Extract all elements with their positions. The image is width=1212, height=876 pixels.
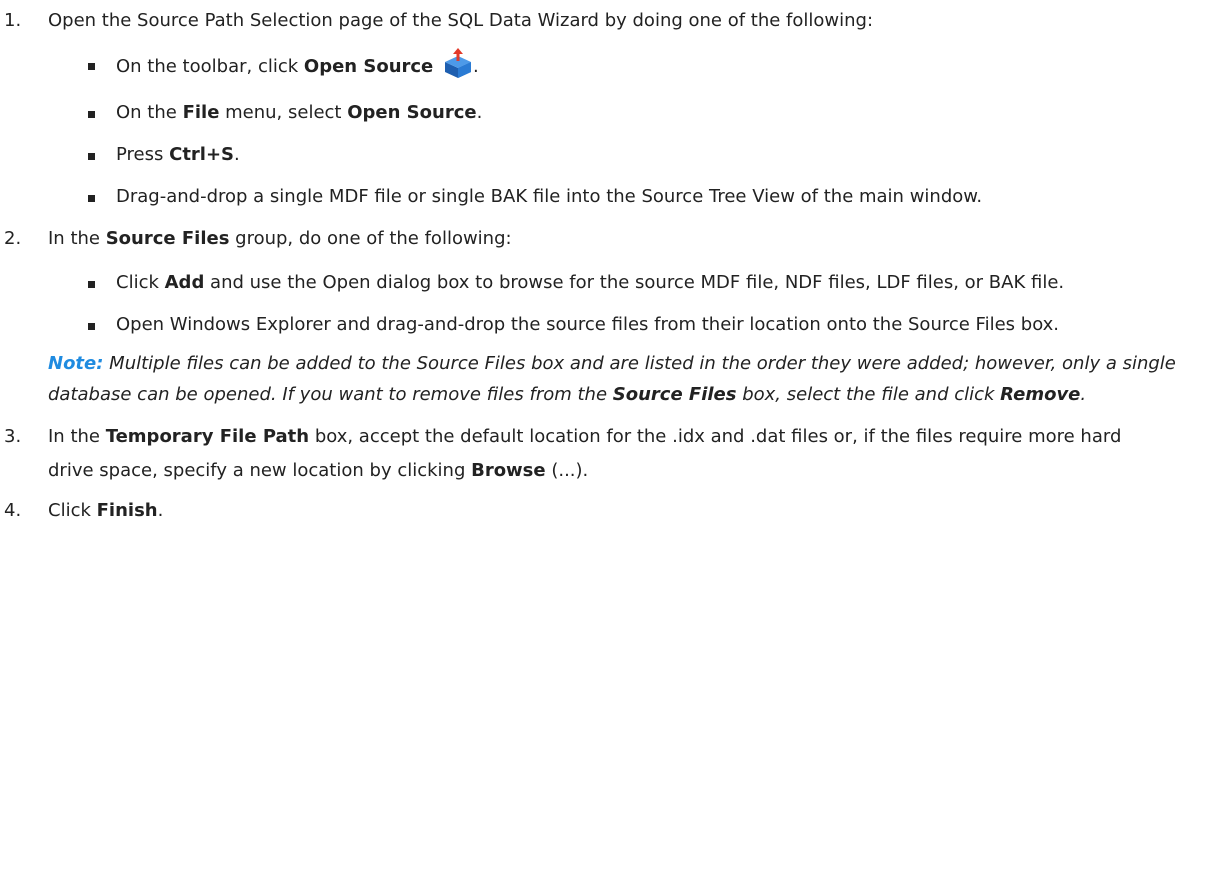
step-number: 1. [4,10,22,31]
document-page: 1. Open the Source Path Selection page o… [0,0,1212,876]
ui-term: Source Files [105,228,230,249]
ui-term: Remove [1000,384,1081,405]
note-label: Note: [48,353,104,374]
step-1: 1. Open the Source Path Selection page o… [0,4,1212,38]
ui-term: Open Source [347,102,477,123]
step-text: In the Temporary File Path box, accept t… [48,426,1122,481]
step-4: 4. Click Finish. [0,494,1212,528]
list-item: Open Windows Explorer and drag-and-drop … [88,308,1186,342]
bullet-icon [88,153,95,160]
step-3: 3. In the Temporary File Path box, accep… [0,420,1212,488]
note-callout: Note: Multiple files can be added to the… [48,353,1176,405]
ui-term: File [182,102,220,123]
ui-term: Temporary File Path [105,426,310,447]
step-text: In the Source Files group, do one of the… [48,228,512,249]
ui-term: Browse [471,460,546,481]
list-item: On the File menu, select Open Source. [88,96,1186,130]
step-number: 3. [4,426,22,447]
list-item: On the toolbar, click Open Source . [88,48,1186,84]
list-item: Drag-and-drop a single MDF file or singl… [88,180,1186,214]
step-1-options: On the toolbar, click Open Source . On t… [0,48,1212,214]
bullet-icon [88,323,95,330]
ui-term: Source Files [612,384,737,405]
ui-term: Finish [96,500,158,521]
ui-term: Ctrl+S [169,144,235,165]
step-text: Open the Source Path Selection page of t… [48,10,874,31]
list-item: Press Ctrl+S. [88,138,1186,172]
step-2: 2. In the Source Files group, do one of … [0,222,1212,256]
list-item: Click Add and use the Open dialog box to… [88,266,1186,300]
open-source-icon [443,48,473,78]
ui-term: Add [164,272,205,293]
ui-term: Open Source [303,56,434,77]
bullet-icon [88,281,95,288]
bullet-icon [88,195,95,202]
step-number: 2. [4,228,22,249]
step-number: 4. [4,500,22,521]
bullet-icon [88,63,95,70]
step-text: Click Finish. [48,500,164,521]
step-2-options: Click Add and use the Open dialog box to… [0,266,1212,342]
bullet-icon [88,111,95,118]
